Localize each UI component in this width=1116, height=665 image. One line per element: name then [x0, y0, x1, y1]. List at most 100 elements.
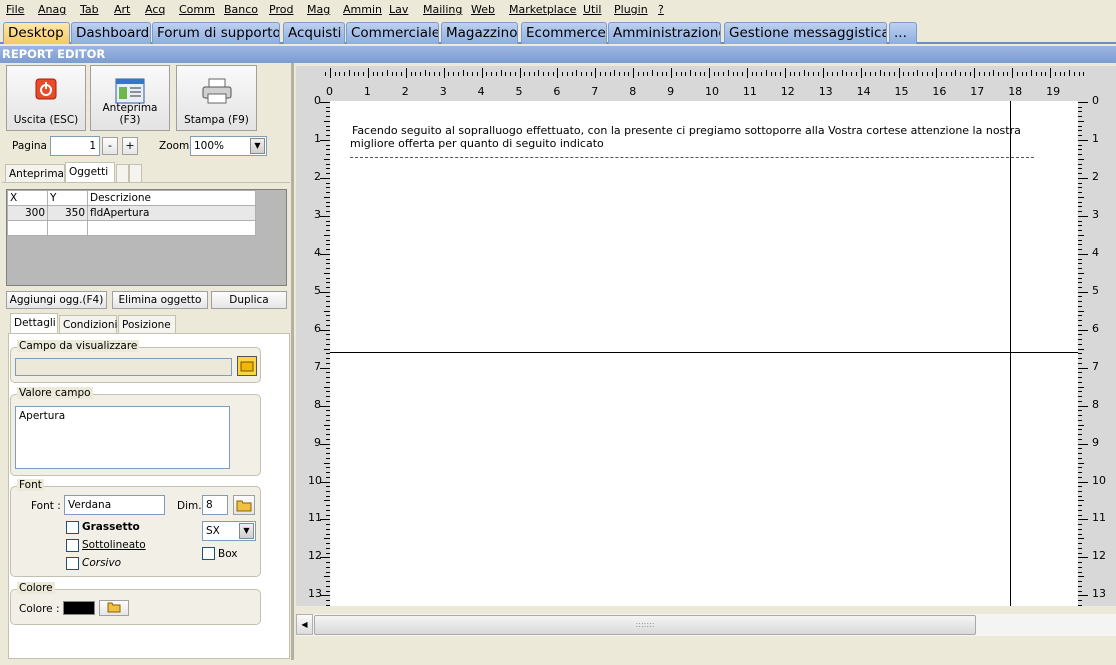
tab-forum-di-supporto[interactable]: Forum di supporto [152, 22, 280, 44]
field-picker-button[interactable] [237, 356, 257, 376]
dim-input[interactable]: 8 [202, 495, 228, 515]
tab-ecommerce[interactable]: Ecommerce [521, 22, 607, 44]
bold-checkbox[interactable] [66, 521, 79, 534]
align-select[interactable]: SX ▼ [202, 521, 256, 541]
tab-acquisti[interactable]: Acquisti [283, 22, 345, 44]
italic-checkbox[interactable] [66, 557, 79, 570]
colore-group: Colore Colore : [10, 582, 261, 625]
ruler-tick [514, 72, 516, 76]
col-descrizione[interactable]: Descrizione [87, 190, 256, 206]
tab-commerciale[interactable]: Commerciale [346, 22, 439, 44]
menu-plugin[interactable]: Plugin [614, 3, 648, 16]
ruler-tick [941, 72, 943, 76]
cell-empty[interactable] [87, 220, 256, 236]
menu-web[interactable]: Web [471, 3, 495, 16]
tab-posizione[interactable]: Posizione [118, 315, 176, 334]
col-x[interactable]: X [7, 190, 48, 206]
tab-gestione-messaggistica[interactable]: Gestione messaggistica [724, 22, 887, 44]
tab-desktop[interactable]: Desktop [3, 22, 70, 44]
color-swatch[interactable] [63, 601, 95, 615]
menu-acq[interactable]: Acq [145, 3, 165, 16]
menu-mag[interactable]: Mag [307, 3, 330, 16]
tab-more[interactable]: ... [889, 22, 917, 44]
ruler-tick [1078, 524, 1082, 526]
ruler-tick [1078, 528, 1082, 530]
menu-ammin[interactable]: Ammin [343, 3, 382, 16]
tab-oggetti[interactable]: Oggetti [65, 162, 115, 182]
tab-empty-1[interactable] [116, 164, 129, 182]
selected-field-outline[interactable] [350, 123, 1034, 158]
colore-label: Colore : [19, 603, 60, 615]
ruler-label: 2 [1092, 169, 1099, 183]
underline-checkbox[interactable] [66, 539, 79, 552]
tab-magazzino[interactable]: Magazzino [441, 22, 518, 44]
page-minus-button[interactable]: - [102, 137, 118, 155]
tab-amministrazione[interactable]: Amministrazione [608, 22, 721, 44]
menu-mailing[interactable]: Mailing [423, 3, 462, 16]
pagina-input[interactable]: 1 [50, 136, 100, 156]
ruler-tick [1007, 72, 1009, 76]
menu-lav[interactable]: Lav [389, 3, 408, 16]
font-input[interactable]: Verdana [64, 495, 165, 515]
cell-empty[interactable] [47, 220, 88, 236]
menu-anag[interactable]: Anag [38, 3, 66, 16]
report-page[interactable]: Facendo seguito al sopralluogo effettuat… [330, 101, 1078, 606]
ruler-tick [1078, 177, 1088, 179]
cell-empty[interactable] [7, 220, 48, 236]
menu-help[interactable]: ? [658, 3, 664, 16]
tab-dettagli[interactable]: Dettagli [10, 313, 58, 333]
ruler-label: 2 [401, 85, 409, 98]
menu-art[interactable]: Art [114, 3, 130, 16]
scroll-thumb[interactable]: ::::::: [314, 615, 976, 635]
ruler-tick [491, 72, 493, 76]
table-row[interactable]: 300 350 fldApertura [7, 205, 256, 221]
table-row-empty[interactable] [7, 220, 256, 236]
tab-dashboard[interactable]: Dashboard [71, 22, 151, 44]
cell-y[interactable]: 350 [47, 205, 88, 221]
horizontal-scrollbar[interactable]: ◀ ::::::: [296, 614, 1116, 636]
menu-prod[interactable]: Prod [269, 3, 293, 16]
color-picker-button[interactable] [99, 600, 129, 616]
menu-tab[interactable]: Tab [80, 3, 99, 16]
zoom-select[interactable]: 100% ▼ [190, 136, 267, 156]
ruler-tick [320, 177, 330, 179]
font-picker-button[interactable] [233, 495, 255, 515]
menu-comm[interactable]: Comm [179, 3, 215, 16]
ruler-label: 6 [314, 321, 321, 335]
print-button[interactable]: Stampa (F9) [176, 65, 257, 131]
report-canvas[interactable]: 0 1 2 3 4 5 6 7 8 9 10 11 12 13 14 15 16 17 18 19 012345678… [296, 66, 1116, 606]
tab-empty-2[interactable] [129, 164, 142, 182]
add-object-button[interactable]: Aggiungi ogg.(F4) [6, 291, 107, 309]
delete-object-button[interactable]: Elimina oggetto [112, 291, 208, 309]
menu-banco[interactable]: Banco [224, 3, 258, 16]
cell-descrizione[interactable]: fldApertura [87, 205, 256, 221]
margin-guide-vertical[interactable] [1010, 101, 1011, 606]
ruler-tick [822, 68, 824, 78]
preview-button[interactable]: Anteprima (F3) [90, 65, 170, 131]
page-plus-button[interactable]: + [122, 137, 138, 155]
menu-marketplace[interactable]: Marketplace [509, 3, 576, 16]
ruler-tick [1002, 72, 1004, 76]
exit-button[interactable]: Uscita (ESC) [6, 65, 86, 131]
ruler-tick [571, 72, 573, 76]
menu-file[interactable]: File [6, 3, 24, 16]
margin-guide-horizontal[interactable] [330, 352, 1078, 353]
exit-label: Uscita (ESC) [13, 114, 79, 126]
menu-util[interactable]: Util [583, 3, 601, 16]
ruler-tick [1078, 472, 1082, 473]
scroll-left-arrow[interactable]: ◀ [296, 614, 313, 635]
campo-input[interactable] [15, 358, 232, 376]
tab-condizioni[interactable]: Condizioni [59, 315, 117, 334]
ruler-tick [1078, 514, 1082, 516]
duplicate-button[interactable]: Duplica [211, 291, 287, 309]
tab-anteprima[interactable]: Anteprima [5, 164, 65, 183]
box-checkbox[interactable] [202, 547, 215, 560]
objects-grid[interactable]: X Y Descrizione 300 350 fldApertura [6, 189, 287, 286]
ruler-tick [618, 72, 620, 76]
valore-textarea[interactable]: Apertura [15, 406, 230, 469]
align-value: SX [206, 525, 220, 537]
cell-x[interactable]: 300 [7, 205, 48, 221]
table-header-row: X Y Descrizione [7, 190, 256, 206]
col-y[interactable]: Y [47, 190, 88, 206]
ruler-tick [803, 70, 805, 76]
